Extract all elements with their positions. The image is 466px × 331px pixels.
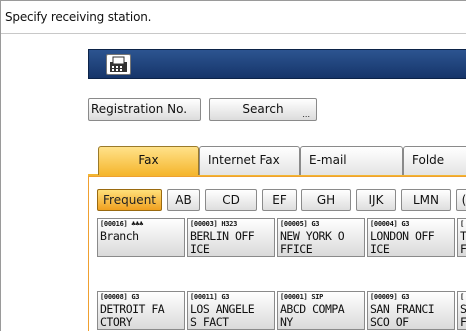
address-entry[interactable]: [00001] SIP ABCD COMPA NY: [277, 291, 365, 330]
entry-code: [00001] SIP: [280, 293, 323, 301]
entry-name: BERLIN OFF ICE: [190, 229, 255, 256]
destination-field[interactable]: [88, 49, 466, 79]
quick-tab-frequent[interactable]: Frequent: [97, 189, 162, 211]
entry-line-type: SIP: [311, 293, 324, 301]
entry-line-type: G3: [131, 293, 140, 301]
registration-number-button[interactable]: Registration No.: [88, 98, 201, 121]
entry-name: DETROIT FA CTORY: [100, 302, 165, 329]
entry-group-icon: ♣♣♣: [131, 220, 144, 228]
prompt-text: Specify receiving station.: [5, 10, 152, 24]
entry-name: LOS ANGELE S FACT: [190, 302, 255, 329]
entry-number: [00008]: [100, 293, 128, 301]
entry-name: Branch: [100, 229, 139, 243]
quick-tab-cd[interactable]: CD: [205, 189, 257, 211]
entry-code: [00009] G3: [370, 293, 409, 301]
entry-line-type: G3: [401, 293, 410, 301]
entry-code: [00016] ♣♣♣: [100, 220, 143, 228]
entry-name: T F: [460, 229, 466, 256]
entry-number: [00009]: [370, 293, 398, 301]
entry-number: [00011]: [190, 293, 218, 301]
address-entry[interactable]: [00009] G3 SAN FRANCI SCO OF: [367, 291, 455, 330]
entry-code: [: [460, 220, 464, 228]
tab-folder[interactable]: Folde: [403, 146, 466, 175]
entry-name: SAN FRANCI SCO OF: [370, 302, 435, 329]
quick-tab-lmn[interactable]: LMN: [401, 189, 451, 211]
fax-machine-icon: [106, 54, 131, 75]
search-more-indicator: ...: [302, 110, 310, 119]
entry-line-type: H323: [221, 220, 237, 228]
entry-number: [: [460, 220, 464, 228]
quick-tab-ef[interactable]: EF: [262, 189, 297, 211]
address-entry[interactable]: [00005] G3 NEW YORK O FFICE: [277, 218, 365, 257]
entry-code: [00004] G3: [370, 220, 409, 228]
entry-code: [: [460, 293, 464, 301]
entry-code: [00011] G3: [190, 293, 229, 301]
quick-tab-gh[interactable]: GH: [301, 189, 351, 211]
entry-name: ABCD COMPA NY: [280, 302, 345, 329]
search-label: Search: [242, 102, 284, 116]
entry-line-type: G3: [311, 220, 320, 228]
quick-tab-ab[interactable]: AB: [167, 189, 200, 211]
entry-number: [00016]: [100, 220, 128, 228]
entry-name: S F: [460, 302, 466, 329]
search-button[interactable]: Search ...: [209, 98, 317, 121]
entry-number: [00001]: [280, 293, 308, 301]
address-entry[interactable]: [00008] G3 DETROIT FA CTORY: [97, 291, 185, 330]
address-entry[interactable]: [00016] ♣♣♣ Branch: [97, 218, 185, 257]
address-entry[interactable]: [00004] G3 LONDON OFF ICE: [367, 218, 455, 257]
receiving-station-panel: Specify receiving station. Registration …: [0, 0, 466, 331]
entry-line-type: G3: [221, 293, 230, 301]
entry-code: [00003] H323: [190, 220, 237, 228]
entry-code: [00008] G3: [100, 293, 139, 301]
tab-email[interactable]: E-mail: [300, 146, 403, 175]
address-entry[interactable]: [ T F: [457, 218, 466, 257]
address-entry[interactable]: [00003] H323 BERLIN OFF ICE: [187, 218, 275, 257]
entry-code: [00005] G3: [280, 220, 319, 228]
divider: [1, 33, 466, 34]
entry-number: [00005]: [280, 220, 308, 228]
quick-tab-ijk[interactable]: IJK: [356, 189, 396, 211]
quick-tab-more[interactable]: (: [456, 189, 466, 211]
registration-number-label: Registration No.: [91, 102, 188, 116]
tab-fax[interactable]: Fax: [98, 146, 199, 175]
entry-number: [00003]: [190, 220, 218, 228]
tab-internet-fax[interactable]: Internet Fax: [199, 146, 300, 175]
address-entry[interactable]: [ S F: [457, 291, 466, 330]
entry-number: [00004]: [370, 220, 398, 228]
entry-name: LONDON OFF ICE: [370, 229, 435, 256]
address-entry[interactable]: [00011] G3 LOS ANGELE S FACT: [187, 291, 275, 330]
entry-line-type: G3: [401, 220, 410, 228]
entry-number: [: [460, 293, 464, 301]
entry-name: NEW YORK O FFICE: [280, 229, 345, 256]
